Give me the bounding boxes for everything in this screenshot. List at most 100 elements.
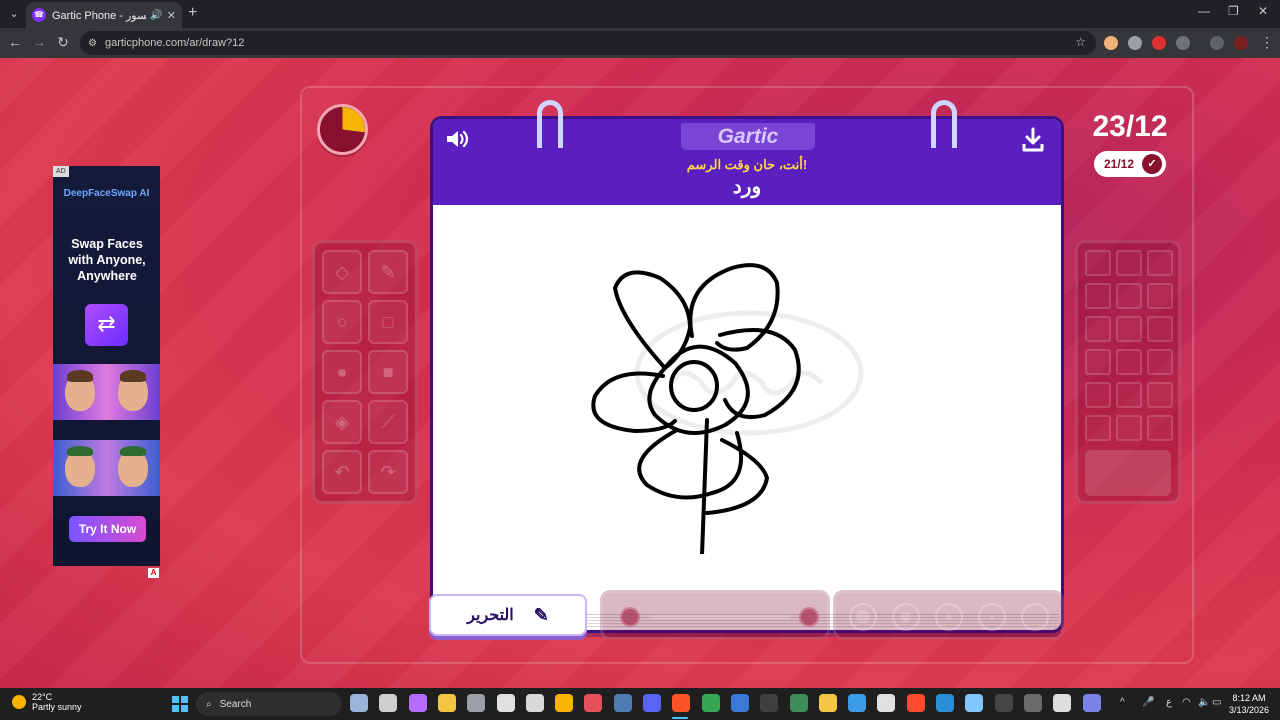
taskbar-clock[interactable]: 8:12 AM 3/13/2026 <box>1224 692 1274 716</box>
brush-size-xl[interactable] <box>849 603 877 631</box>
adchoices-icon[interactable]: A <box>148 568 159 578</box>
mail-icon[interactable] <box>1053 694 1072 712</box>
color-swatch[interactable] <box>1147 283 1173 309</box>
color-swatch[interactable] <box>1085 250 1111 276</box>
steam-icon[interactable] <box>613 694 632 712</box>
app-icon[interactable] <box>1023 694 1042 712</box>
photos-icon[interactable] <box>848 694 867 712</box>
brave-icon[interactable] <box>672 694 691 712</box>
brush-size-lg[interactable] <box>892 603 920 631</box>
file-explorer-icon[interactable] <box>437 694 456 712</box>
download-icon[interactable] <box>1021 127 1049 155</box>
microphone-icon[interactable]: 🎤 <box>1142 697 1154 708</box>
drawing-canvas[interactable] <box>437 208 1059 557</box>
brush-size-xs[interactable] <box>1021 603 1049 631</box>
battery-icon[interactable]: ▭ <box>1212 697 1221 708</box>
language-icon[interactable]: ع <box>1166 697 1172 708</box>
back-icon[interactable]: ← <box>6 34 24 50</box>
settings-icon[interactable] <box>467 694 486 712</box>
forward-icon[interactable]: → <box>30 34 48 50</box>
media-control-icon[interactable] <box>1210 36 1224 50</box>
menu-kebab-icon[interactable]: ⋮ <box>1258 34 1276 51</box>
extension-icon[interactable] <box>1104 36 1118 50</box>
advertisement[interactable]: AD DeepFaceSwap AI Swap Faces with Anyon… <box>53 166 160 566</box>
arc-icon[interactable] <box>584 694 603 712</box>
shield-extension-icon[interactable] <box>1128 36 1142 50</box>
close-window-button[interactable]: ✕ <box>1258 4 1268 18</box>
color-swatch[interactable] <box>1085 415 1111 441</box>
volume-icon[interactable]: 🔈 <box>1198 697 1210 708</box>
color-swatch[interactable] <box>1147 382 1173 408</box>
weather-widget[interactable]: 22°C Partly sunny <box>12 692 82 712</box>
bookmark-star-icon[interactable]: ☆ <box>1075 35 1086 49</box>
color-swatch[interactable] <box>1085 382 1111 408</box>
copilot-icon[interactable] <box>408 694 427 712</box>
extensions-puzzle-icon[interactable] <box>1176 36 1190 50</box>
color-swatch[interactable] <box>1116 250 1142 276</box>
wifi-icon[interactable]: ◠ <box>1182 697 1191 708</box>
ad-cta-button[interactable]: Try It Now <box>69 516 146 542</box>
discord-icon[interactable] <box>643 694 661 712</box>
reload-icon[interactable]: ↻ <box>54 34 72 51</box>
current-color-swatch[interactable] <box>1085 450 1171 496</box>
square-outline-icon[interactable]: □ <box>368 300 408 344</box>
terminal-icon[interactable] <box>789 694 808 712</box>
slider-max-knob[interactable] <box>799 607 819 627</box>
line-icon[interactable]: ⟋ <box>368 400 408 444</box>
color-swatch[interactable] <box>1147 250 1173 276</box>
tab-search-icon[interactable]: ⌄ <box>6 6 22 22</box>
color-swatch[interactable] <box>1147 349 1173 375</box>
color-swatch[interactable] <box>1147 316 1173 342</box>
tray-overflow-icon[interactable]: ^ <box>1120 697 1125 708</box>
color-swatch[interactable] <box>1147 415 1173 441</box>
sound-icon[interactable] <box>445 128 473 152</box>
eraser-icon[interactable]: ◇ <box>322 250 362 294</box>
undo-icon[interactable]: ↶ <box>322 450 362 494</box>
record-extension-icon[interactable] <box>1152 36 1166 50</box>
circle-filled-icon[interactable]: ● <box>322 350 362 394</box>
redo-icon[interactable]: ↷ <box>368 450 408 494</box>
color-swatch[interactable] <box>1116 415 1142 441</box>
ea-icon[interactable] <box>906 694 925 712</box>
browser-tab[interactable]: ☎ Gartic Phone - الهاتف المكسور 🔊 ✕ <box>26 2 182 28</box>
widgets-icon[interactable] <box>350 694 368 712</box>
pencil-icon[interactable]: ✎ <box>368 250 408 294</box>
windows-start-icon[interactable] <box>172 696 188 712</box>
restore-button[interactable]: ❐ <box>1228 4 1239 18</box>
brush-size-md[interactable] <box>935 603 963 631</box>
visual-studio-icon[interactable] <box>730 694 749 712</box>
new-tab-button[interactable]: + <box>188 4 197 22</box>
square-filled-icon[interactable]: ■ <box>368 350 408 394</box>
store-icon[interactable] <box>877 694 896 712</box>
rockstar-icon[interactable] <box>555 694 574 712</box>
address-bar[interactable]: ⚙ garticphone.com/ar/draw?12 ☆ <box>80 31 1096 55</box>
audio-playing-icon[interactable]: 🔊 <box>150 10 162 21</box>
taskbar-search[interactable]: ⌕ Search <box>196 692 342 716</box>
pen-app-icon[interactable] <box>818 694 837 712</box>
teams-icon[interactable] <box>1082 694 1101 712</box>
task-view-icon[interactable] <box>379 694 398 712</box>
brush-size-slider[interactable] <box>651 615 791 619</box>
profile-avatar[interactable] <box>1234 36 1248 50</box>
app-icon[interactable] <box>994 694 1013 712</box>
mail-icon[interactable] <box>936 694 954 712</box>
color-swatch[interactable] <box>1116 283 1142 309</box>
notepad-icon[interactable] <box>965 694 984 712</box>
color-swatch[interactable] <box>1085 283 1111 309</box>
app-icon[interactable] <box>496 694 515 712</box>
edit-button[interactable]: التحرير ✎ <box>429 594 587 636</box>
color-swatch[interactable] <box>1116 349 1142 375</box>
fill-bucket-icon[interactable]: ◈ <box>322 400 362 444</box>
chrome-icon[interactable] <box>701 694 720 712</box>
obs-icon[interactable] <box>760 694 779 712</box>
circle-outline-icon[interactable]: ○ <box>322 300 362 344</box>
color-swatch[interactable] <box>1085 316 1111 342</box>
color-swatch[interactable] <box>1116 382 1142 408</box>
color-swatch[interactable] <box>1116 316 1142 342</box>
tab-close-icon[interactable]: ✕ <box>167 9 176 22</box>
color-swatch[interactable] <box>1085 349 1111 375</box>
epic-games-icon[interactable] <box>525 694 544 712</box>
brush-size-sm[interactable] <box>978 603 1006 631</box>
site-info-icon[interactable]: ⚙ <box>88 38 97 49</box>
slider-min-knob[interactable] <box>620 607 640 627</box>
